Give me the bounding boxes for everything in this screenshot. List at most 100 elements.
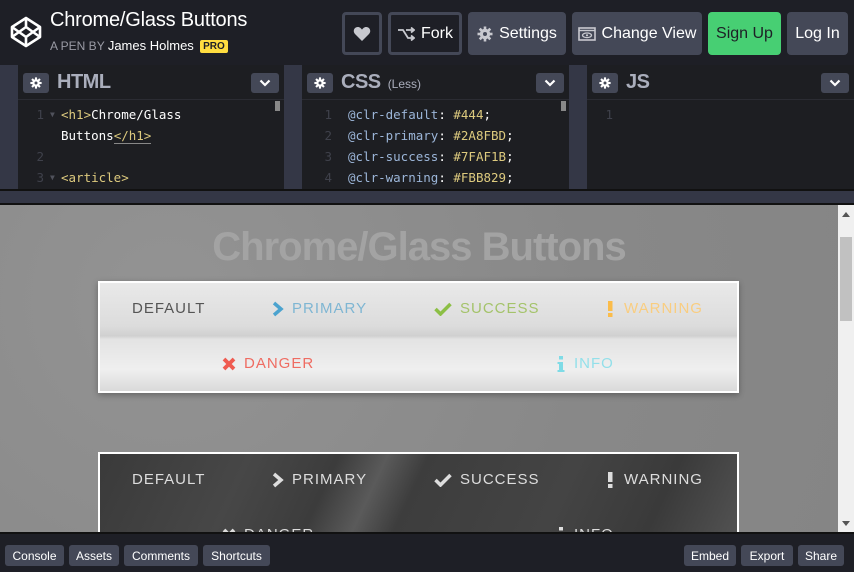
code-line: <h1>Chrome/Glass <box>61 107 182 122</box>
line-number: 1 <box>324 107 332 122</box>
dark-warning-button[interactable]: WARNING <box>604 471 703 488</box>
change-view-icon <box>577 26 596 41</box>
chevron-down-icon <box>259 79 271 87</box>
js-collapse-button[interactable] <box>821 73 849 93</box>
html-editor: HTML 1 ▼ <h1>Chrome/Glass Buttons</h1> 2… <box>18 65 284 189</box>
code-line: @clr-success: #7FAF1B; <box>348 149 514 164</box>
js-editor: JS 1 <box>587 65 854 189</box>
preview-scrollbar[interactable] <box>838 205 854 532</box>
line-number: 2 <box>324 128 332 143</box>
fork-label: Fork <box>421 24 453 42</box>
html-scrollbar[interactable] <box>275 101 280 111</box>
html-code-area[interactable]: 1 ▼ <h1>Chrome/Glass Buttons</h1> 2 3 ▼ … <box>18 101 284 189</box>
fold-arrow-icon[interactable]: ▼ <box>50 167 55 188</box>
export-button[interactable]: Export <box>741 545 793 566</box>
heart-button[interactable] <box>342 12 382 55</box>
light-default-button[interactable]: DEFAULT <box>132 300 205 317</box>
line-number: 1 <box>36 107 44 122</box>
share-button[interactable]: Share <box>798 545 844 566</box>
css-collapse-button[interactable] <box>536 73 564 93</box>
chevron-down-icon <box>829 79 841 87</box>
codepen-logo-icon[interactable] <box>10 16 42 48</box>
change-view-button[interactable]: Change View <box>572 12 702 55</box>
scroll-down-arrow-icon[interactable] <box>842 521 850 526</box>
gear-icon <box>30 77 42 89</box>
code-line: @clr-warning: #FBB829; <box>348 170 514 185</box>
times-icon <box>222 357 236 370</box>
gear-icon <box>477 26 493 41</box>
line-number: 1 <box>605 107 613 122</box>
fork-icon <box>398 26 415 41</box>
css-settings-button[interactable] <box>307 73 333 93</box>
resize-divider[interactable] <box>0 189 854 205</box>
css-editor-header: CSS (Less) <box>302 65 569 100</box>
gear-icon <box>314 77 326 89</box>
shortcuts-button[interactable]: Shortcuts <box>203 545 270 566</box>
code-line: @clr-default: #444; <box>348 107 492 122</box>
header: Chrome/Glass Buttons A PEN BY James Holm… <box>0 0 854 65</box>
check-icon <box>434 473 452 487</box>
html-settings-button[interactable] <box>23 73 49 93</box>
js-editor-header: JS <box>587 65 854 100</box>
chevron-right-icon <box>272 472 284 487</box>
embed-button[interactable]: Embed <box>684 545 736 566</box>
html-collapse-button[interactable] <box>251 73 279 93</box>
heart-icon <box>353 26 371 41</box>
pen-title: Chrome/Glass Buttons <box>50 9 248 31</box>
code-line: Buttons</h1> <box>61 128 152 144</box>
comments-button[interactable]: Comments <box>124 545 198 566</box>
line-number: 4 <box>324 170 332 185</box>
dark-primary-button[interactable]: PRIMARY <box>272 471 367 488</box>
preview-heading: Chrome/Glass Buttons <box>212 225 626 269</box>
light-primary-button[interactable]: PRIMARY <box>272 300 367 317</box>
preview-pane: Chrome/Glass Buttons DEFAULT PRIMARY SUC… <box>0 205 838 532</box>
line-number: 3 <box>36 170 44 185</box>
dark-glass-card: DEFAULT PRIMARY SUCCESS WARNING DANGER I… <box>98 452 739 532</box>
settings-label: Settings <box>499 24 557 42</box>
js-settings-button[interactable] <box>592 73 618 93</box>
log-in-button[interactable]: Log In <box>787 12 848 55</box>
exclamation-icon <box>608 471 613 488</box>
light-warning-button[interactable]: WARNING <box>604 300 703 317</box>
fork-button[interactable]: Fork <box>388 12 462 55</box>
byline: A PEN BY James Holmes PRO <box>50 38 228 53</box>
light-success-button[interactable]: SUCCESS <box>434 300 540 317</box>
assets-button[interactable]: Assets <box>69 545 119 566</box>
line-number: 3 <box>324 149 332 164</box>
line-number: 2 <box>36 149 44 164</box>
js-editor-title: JS <box>626 71 650 93</box>
scrollbar-thumb[interactable] <box>840 237 852 321</box>
light-danger-button[interactable]: DANGER <box>222 355 314 372</box>
css-scrollbar[interactable] <box>561 101 566 111</box>
dark-success-button[interactable]: SUCCESS <box>434 471 540 488</box>
code-line: @clr-primary: #2A8FBD; <box>348 128 514 143</box>
css-editor: CSS (Less) 1 @clr-default: #444; 2 @clr-… <box>302 65 569 189</box>
chevron-down-icon <box>544 79 556 87</box>
light-glass-card: DEFAULT PRIMARY SUCCESS WARNING DANGER I… <box>98 281 739 393</box>
light-info-button[interactable]: INFO <box>556 355 614 372</box>
settings-button[interactable]: Settings <box>468 12 566 55</box>
author-link[interactable]: James Holmes <box>108 38 194 53</box>
info-icon <box>557 355 565 372</box>
console-button[interactable]: Console <box>5 545 64 566</box>
chevron-right-icon <box>272 301 284 316</box>
css-code-area[interactable]: 1 @clr-default: #444; 2 @clr-primary: #2… <box>302 101 569 189</box>
pro-badge: PRO <box>200 40 228 53</box>
css-preprocessor-label: (Less) <box>387 77 422 91</box>
dark-default-button[interactable]: DEFAULT <box>132 471 205 488</box>
js-code-area[interactable]: 1 <box>587 101 854 189</box>
code-line: <article> <box>61 170 129 185</box>
change-view-label: Change View <box>601 24 697 42</box>
gear-icon <box>599 77 611 89</box>
html-editor-title: HTML <box>57 71 111 93</box>
fold-arrow-icon[interactable]: ▼ <box>50 104 55 125</box>
footer-bar: Console Assets Comments Shortcuts Embed … <box>0 532 854 572</box>
scroll-up-arrow-icon[interactable] <box>842 212 850 217</box>
check-icon <box>434 302 452 316</box>
editors-panel: HTML 1 ▼ <h1>Chrome/Glass Buttons</h1> 2… <box>0 65 854 189</box>
exclamation-icon <box>608 300 613 317</box>
css-editor-title: CSS (Less) <box>341 71 422 93</box>
sign-up-button[interactable]: Sign Up <box>708 12 781 55</box>
byline-prefix: A PEN BY <box>50 39 105 53</box>
html-editor-header: HTML <box>18 65 284 100</box>
